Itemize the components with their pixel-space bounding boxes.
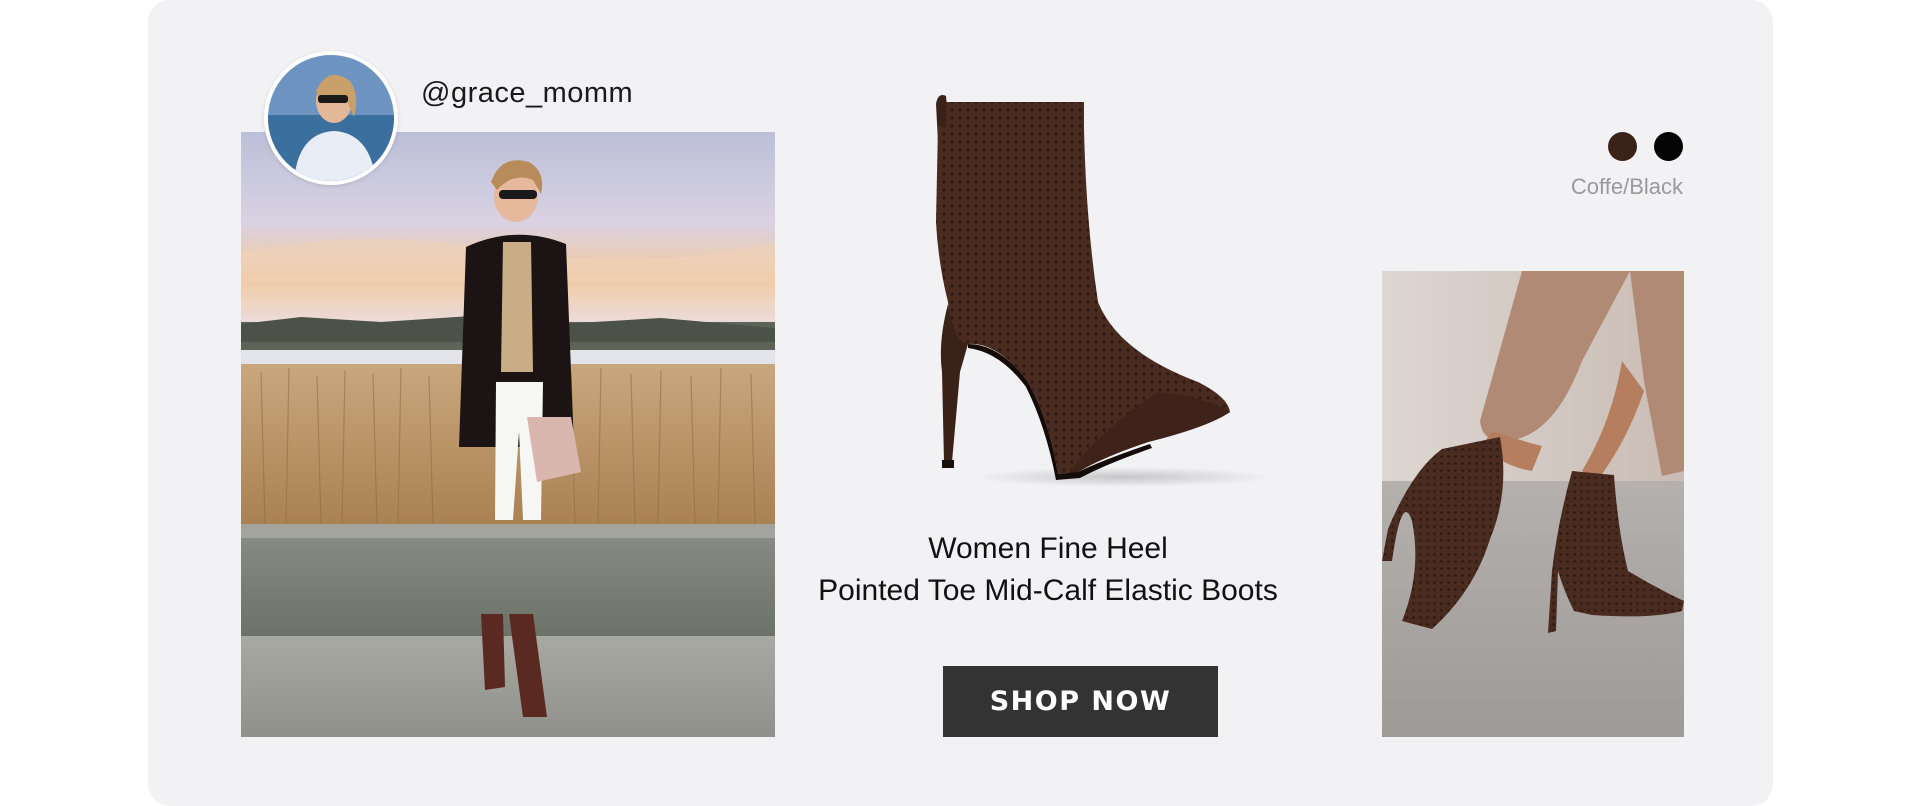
product-title-line1: Women Fine Heel bbox=[928, 532, 1168, 565]
influencer-avatar[interactable] bbox=[264, 51, 398, 185]
product-title-line2: Pointed Toe Mid-Calf Elastic Boots bbox=[818, 574, 1278, 607]
detail-photo bbox=[1382, 271, 1684, 737]
shop-now-button[interactable]: SHOP NOW bbox=[943, 666, 1218, 737]
influencer-handle[interactable]: @grace_momm bbox=[421, 77, 633, 110]
product-card: @grace_momm Women Fine Heel Pointed Toe … bbox=[148, 0, 1773, 806]
color-swatch-coffee[interactable] bbox=[1608, 132, 1637, 161]
product-title: Women Fine Heel Pointed Toe Mid-Calf Ela… bbox=[798, 528, 1298, 612]
product-image[interactable] bbox=[908, 82, 1308, 502]
lifestyle-photo bbox=[241, 132, 775, 737]
color-swatch-black[interactable] bbox=[1654, 132, 1683, 161]
color-label: Coffe/Black bbox=[1570, 174, 1683, 199]
